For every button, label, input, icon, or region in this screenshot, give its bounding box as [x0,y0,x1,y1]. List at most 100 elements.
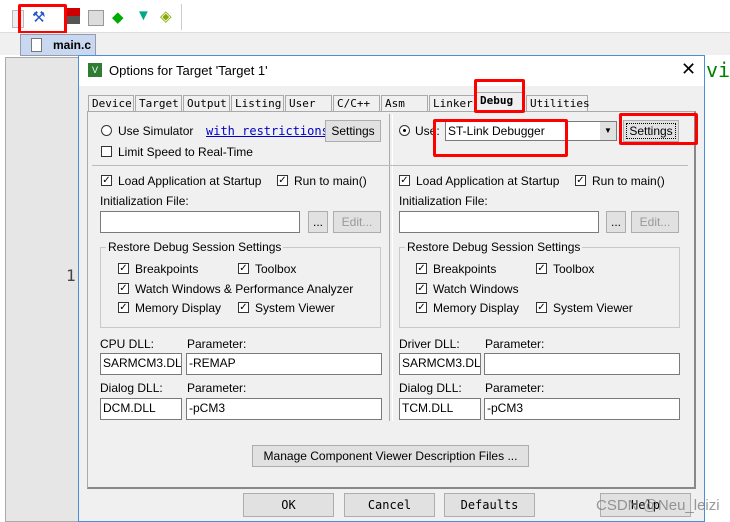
cpu-param-input[interactable]: -REMAP [186,353,382,375]
top-divider [92,165,688,166]
restore-group-title: Restore Debug Session Settings [106,240,284,254]
editor-gutter [5,57,80,522]
driver-dll-input[interactable]: SARMCM3.DLL [399,353,481,375]
dialog-title: Options for Target 'Target 1' [109,63,268,78]
dialog-param-label-right: Parameter: [485,381,545,395]
system-viewer-checkbox[interactable]: ✓ [238,302,249,313]
restore-group-title-right: Restore Debug Session Settings [405,240,583,254]
run-to-main-label: Run to main() [294,174,367,188]
breakpoints-label: Breakpoints [135,262,199,276]
driver-dll-label: Driver DLL: [399,337,460,351]
init-file-label: Initialization File: [100,194,189,208]
dialog-dll-label: Dialog DLL: [100,381,163,395]
init-file-edit-button[interactable]: Edit... [333,211,381,233]
memory-label-right: Memory Display [433,301,520,315]
run-to-main-checkbox[interactable]: ✓ [277,175,288,186]
dialog-dll-input[interactable]: DCM.DLL [100,398,182,420]
highlight-wand [18,4,67,34]
system-viewer-label: System Viewer [255,301,335,315]
manage-component-viewer-button[interactable]: Manage Component Viewer Description File… [252,445,529,467]
use-simulator-label: Use Simulator [118,124,194,138]
tab-asm[interactable]: Asm [381,95,428,111]
tab-cpp[interactable]: C/C++ [333,95,380,111]
memory-checkbox[interactable]: ✓ [118,302,129,313]
toolbar: ⚒ ◆ ▼ ◈ [0,0,730,33]
tab-listing[interactable]: Listing [231,95,284,111]
driver-param-input[interactable] [484,353,680,375]
select-packs-icon[interactable]: ◆ [112,8,124,26]
dialog-titlebar[interactable]: V Options for Target 'Target 1' ✕ [79,56,704,86]
load-app-checkbox-right[interactable]: ✓ [399,175,410,186]
load-app-checkbox[interactable]: ✓ [101,175,112,186]
use-simulator-radio[interactable] [101,125,112,136]
pack-installer-icon[interactable]: ▼ [136,7,151,24]
manage-project-items-icon[interactable] [66,8,80,24]
system-viewer-checkbox-right[interactable]: ✓ [536,302,547,313]
watermark: CSDN @Neu_leizi [596,497,720,514]
cpu-dll-input[interactable]: SARMCM3.DLL [100,353,182,375]
toolbox-checkbox[interactable]: ✓ [238,263,249,274]
watch-label-right: Watch Windows [433,282,519,296]
editor-tab-strip [0,33,730,55]
system-viewer-label-right: System Viewer [553,301,633,315]
highlight-debug-tab [474,79,525,113]
editor-tab-main-c[interactable]: main.c [20,34,96,56]
limit-speed-label: Limit Speed to Real-Time [118,145,253,159]
tab-target[interactable]: Target [135,95,182,111]
breakpoints-checkbox-right[interactable]: ✓ [416,263,427,274]
init-file-edit-button-right[interactable]: Edit... [631,211,679,233]
watch-label: Watch Windows & Performance Analyzer [135,282,354,296]
line-number: 1 [66,266,76,285]
uvision-icon: V [88,63,102,77]
init-file-browse-button[interactable]: ... [308,211,328,233]
dialog-dll-input-right[interactable]: TCM.DLL [399,398,481,420]
init-file-input-right[interactable] [399,211,599,233]
watch-checkbox-right[interactable]: ✓ [416,283,427,294]
limit-speed-checkbox[interactable] [101,146,112,157]
breakpoints-label-right: Breakpoints [433,262,497,276]
highlight-settings [619,113,698,145]
dialog-param-input-right[interactable]: -pCM3 [484,398,680,420]
cpu-param-label: Parameter: [187,337,247,351]
load-app-label: Load Application at Startup [118,174,262,188]
use-debugger-radio[interactable] [399,125,410,136]
ok-button[interactable]: OK [243,493,334,517]
init-file-label-right: Initialization File: [399,194,488,208]
tab-output[interactable]: Output [183,95,230,111]
toolbox-label: Toolbox [255,262,297,276]
dialog-param-input[interactable]: -pCM3 [186,398,382,420]
load-app-label-right: Load Application at Startup [416,174,560,188]
simulator-settings-button[interactable]: Settings [325,120,381,142]
code-fragment: vic [706,58,730,82]
defaults-button[interactable]: Defaults [444,493,535,517]
toolbar-divider [181,4,182,30]
toolbox-checkbox-right[interactable]: ✓ [536,263,547,274]
tab-user[interactable]: User [285,95,332,111]
restrictions-link[interactable]: with restrictions [206,124,329,138]
driver-param-label: Parameter: [485,337,545,351]
tab-utilities[interactable]: Utilities [526,95,590,111]
init-file-browse-button-right[interactable]: ... [606,211,626,233]
watch-checkbox[interactable]: ✓ [118,283,129,294]
memory-label: Memory Display [135,301,222,315]
column-divider [389,114,393,421]
memory-checkbox-right[interactable]: ✓ [416,302,427,313]
run-to-main-label-right: Run to main() [592,174,665,188]
init-file-input[interactable] [100,211,300,233]
file-icon [31,38,42,52]
cancel-button[interactable]: Cancel [344,493,435,517]
tab-linker[interactable]: Linker [429,95,475,111]
cpu-dll-label: CPU DLL: [100,337,155,351]
tab-label: main.c [53,38,92,52]
breakpoints-checkbox[interactable]: ✓ [118,263,129,274]
window-layout-icon[interactable] [88,10,104,26]
toolbox-label-right: Toolbox [553,262,595,276]
dialog-dll-label-right: Dialog DLL: [399,381,462,395]
dialog-param-label: Parameter: [187,381,247,395]
highlight-debugger-select [433,119,568,157]
close-icon[interactable]: ✕ [681,59,696,80]
tab-device[interactable]: Device [88,95,134,111]
chevron-down-icon[interactable]: ▼ [600,122,616,140]
run-time-environment-icon[interactable]: ◈ [160,7,172,25]
run-to-main-checkbox-right[interactable]: ✓ [575,175,586,186]
